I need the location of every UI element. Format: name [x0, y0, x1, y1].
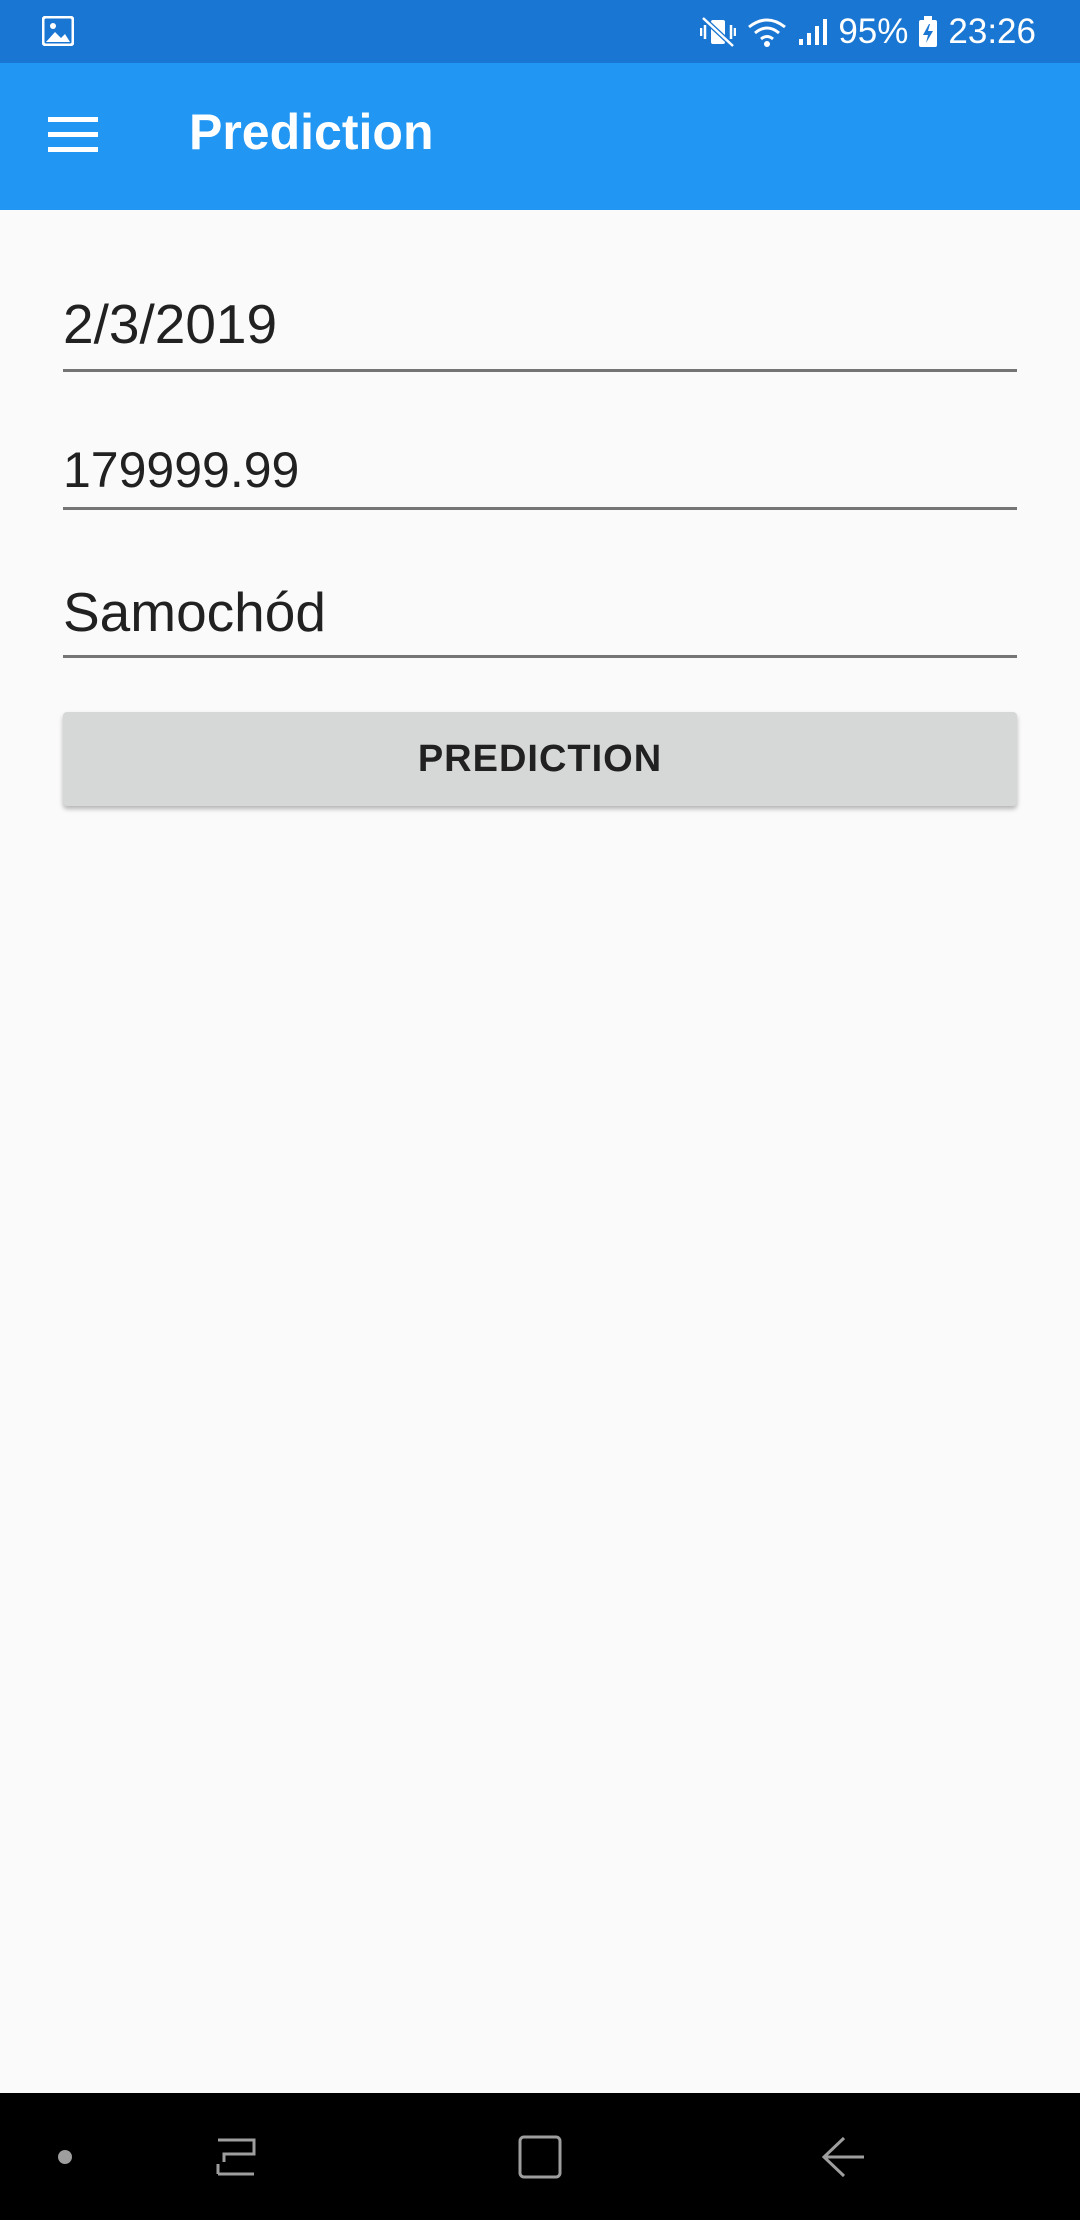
battery-percent: 95%	[838, 11, 909, 51]
signal-icon	[799, 18, 828, 45]
gallery-icon	[42, 16, 74, 46]
wifi-icon	[748, 18, 787, 47]
battery-charging-icon	[919, 15, 938, 47]
page-title: Prediction	[189, 104, 434, 160]
hamburger-menu-icon[interactable]	[48, 115, 98, 155]
status-bar: 95% 23:26	[0, 0, 1080, 63]
app-bar: Prediction	[0, 63, 1080, 210]
clock: 23:26	[948, 11, 1036, 51]
date-field[interactable]	[63, 292, 1017, 362]
date-field-container	[63, 292, 1017, 372]
category-field[interactable]	[63, 580, 1017, 650]
amount-field-container	[63, 436, 1017, 510]
dot-icon	[58, 2149, 72, 2164]
dot-button[interactable]	[40, 2093, 90, 2220]
prediction-button[interactable]: PREDICTION	[63, 712, 1017, 806]
back-button[interactable]	[803, 2093, 883, 2220]
home-button[interactable]	[500, 2093, 580, 2220]
status-icons: 95% 23:26	[700, 0, 1036, 63]
category-field-container	[63, 580, 1017, 658]
navigation-bar	[0, 2093, 1080, 2220]
amount-field[interactable]	[63, 441, 1017, 505]
home-icon	[518, 2135, 562, 2178]
recent-apps-button[interactable]	[197, 2093, 277, 2220]
recent-apps-icon	[216, 2138, 256, 2175]
mute-vibrate-icon	[700, 15, 737, 48]
back-icon	[821, 2136, 864, 2177]
